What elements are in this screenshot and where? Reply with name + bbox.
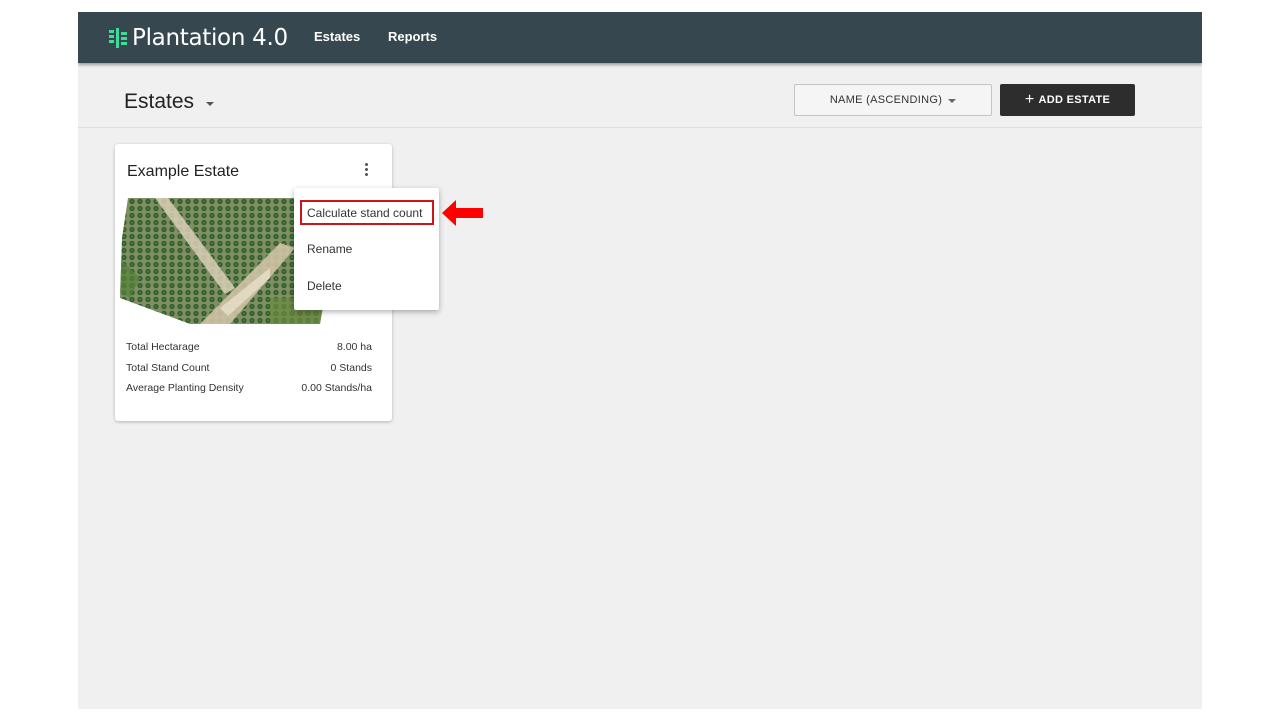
menu-item-rename[interactable]: Rename xyxy=(307,242,352,256)
menu-item-delete[interactable]: Delete xyxy=(307,279,342,293)
more-vertical-icon[interactable] xyxy=(359,161,373,179)
left-arrow-icon xyxy=(442,200,483,226)
sort-dropdown-button[interactable]: NAME (ASCENDING) xyxy=(794,84,992,116)
brand-name: Plantation 4.0 xyxy=(132,25,288,51)
top-navigation-bar: Plantation 4.0 Estates Reports xyxy=(78,12,1202,63)
page-header: Estates NAME (ASCENDING) + ADD ESTATE xyxy=(78,63,1202,128)
stat-row-planting-density: Average Planting Density 0.00 Stands/ha xyxy=(126,382,372,394)
brand[interactable]: Plantation 4.0 xyxy=(108,24,288,52)
menu-item-calculate-stand-count[interactable]: Calculate stand count xyxy=(307,206,422,220)
stat-row-hectarage: Total Hectarage 8.00 ha xyxy=(126,341,372,353)
caret-down-icon xyxy=(206,102,215,106)
app-window: Plantation 4.0 Estates Reports Estates N… xyxy=(78,12,1202,709)
page-title: Estates xyxy=(124,90,195,113)
estates-title-dropdown[interactable]: Estates xyxy=(124,90,215,114)
plus-icon: + xyxy=(1024,91,1035,108)
stat-row-stand-count: Total Stand Count 0 Stands xyxy=(126,361,372,374)
add-estate-label: ADD ESTATE xyxy=(1038,94,1111,106)
estate-stats: Total Hectarage 8.00 ha Total Stand Coun… xyxy=(126,340,372,402)
estate-card-title: Example Estate xyxy=(127,163,240,180)
estate-context-menu: Calculate stand count Rename Delete xyxy=(294,188,439,310)
plantation-logo-icon xyxy=(109,28,127,48)
nav-estates[interactable]: Estates xyxy=(314,29,360,44)
add-estate-button[interactable]: + ADD ESTATE xyxy=(1000,84,1135,116)
sort-label: NAME (ASCENDING) xyxy=(829,94,943,106)
nav-reports[interactable]: Reports xyxy=(388,29,437,44)
caret-down-icon xyxy=(948,98,957,103)
